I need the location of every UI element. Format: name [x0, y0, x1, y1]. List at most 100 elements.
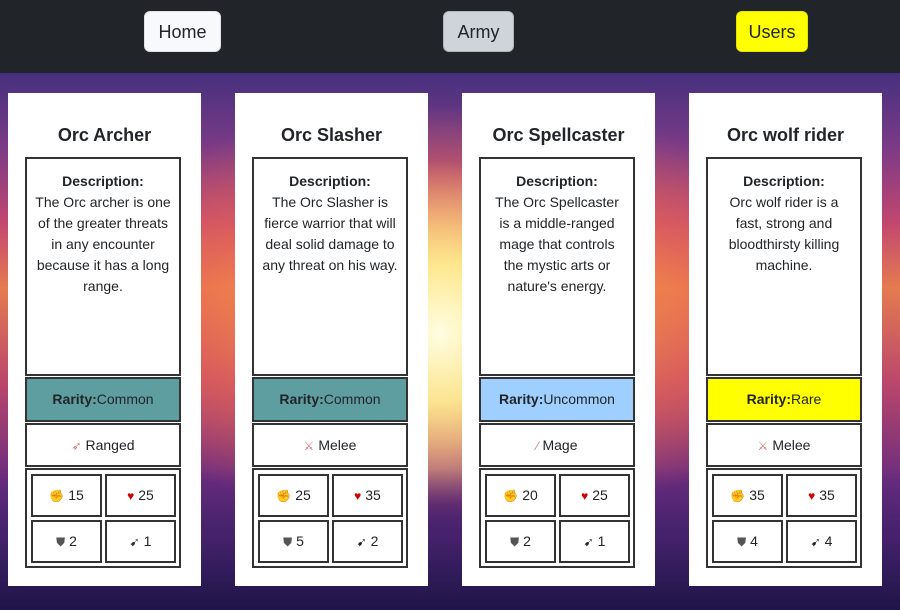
type-box: ⚔ Melee [252, 423, 408, 467]
card-title: Orc Slasher [280, 125, 383, 145]
bow-icon: ➶ [71, 439, 82, 453]
attack-value: 15 [68, 487, 84, 503]
attack-value: 25 [295, 487, 311, 503]
sword-icon: ⚔ [757, 439, 769, 453]
attack-value: 35 [749, 487, 765, 503]
speed-icon: ➹ [129, 535, 140, 549]
description-label: Description: [289, 173, 371, 189]
speed-stat: ➹ 1 [105, 520, 176, 563]
defense-value: 4 [750, 533, 758, 549]
card-title: Orc Archer [57, 125, 152, 145]
stats-grid: ✊ 35 ♥ 35 ⛊ 4 ➹ 4 [706, 468, 862, 568]
attack-value: 20 [522, 487, 538, 503]
description-text: The Orc Spellcaster is a middle-ranged m… [495, 194, 619, 294]
heart-icon: ♥ [808, 489, 816, 503]
description-box: Description: The Orc Spellcaster is a mi… [479, 157, 635, 376]
defense-value: 2 [69, 533, 77, 549]
rarity-value: Uncommon [543, 391, 615, 407]
description-label: Description: [516, 173, 598, 189]
description-text: The Orc archer is one of the greater thr… [35, 194, 171, 294]
card-title: Orc wolf rider [726, 125, 845, 145]
attack-stat: ✊ 20 [485, 474, 556, 517]
fist-icon: ✊ [276, 489, 292, 503]
description-box: Description: The Orc archer is one of th… [25, 157, 181, 376]
shield-icon: ⛊ [510, 535, 520, 549]
type-value: Melee [772, 437, 811, 453]
health-stat: ♥ 35 [332, 474, 403, 517]
shield-icon: ⛊ [737, 535, 747, 549]
navbar: Home Army Users [0, 0, 900, 73]
health-value: 25 [592, 487, 608, 503]
type-value: Mage [542, 437, 578, 453]
fist-icon: ✊ [730, 489, 746, 503]
speed-value: 2 [370, 533, 379, 549]
speed-value: 1 [143, 533, 152, 549]
rarity-value: Common [96, 391, 154, 407]
fist-icon: ✊ [503, 489, 519, 503]
attack-stat: ✊ 15 [31, 474, 102, 517]
speed-stat: ➹ 4 [786, 520, 857, 563]
stats-grid: ✊ 15 ♥ 25 ⛊ 2 ➹ 1 [25, 468, 181, 568]
description-text: Orc wolf rider is a fast, strong and blo… [728, 194, 840, 273]
defense-stat: ⛊ 2 [31, 520, 102, 563]
defense-value: 5 [296, 533, 304, 549]
type-box: ⁄ Mage [479, 423, 635, 467]
wand-icon: ⁄ [536, 439, 539, 453]
speed-icon: ➹ [356, 535, 367, 549]
heart-icon: ♥ [354, 489, 362, 503]
defense-value: 2 [523, 533, 531, 549]
speed-icon: ➹ [810, 535, 821, 549]
speed-stat: ➹ 2 [332, 520, 403, 563]
rarity-box: Rarity:Common [25, 377, 181, 422]
speed-stat: ➹ 1 [559, 520, 630, 563]
shield-icon: ⛊ [56, 535, 66, 549]
defense-stat: ⛊ 5 [258, 520, 329, 563]
shield-icon: ⛊ [283, 535, 293, 549]
defense-stat: ⛊ 2 [485, 520, 556, 563]
health-stat: ♥ 25 [105, 474, 176, 517]
description-text: The Orc Slasher is fierce warrior that w… [262, 194, 398, 273]
speed-icon: ➹ [583, 535, 594, 549]
rarity-label: Rarity: [52, 391, 97, 407]
rarity-value: Rare [791, 391, 822, 407]
rarity-box: Rarity:Uncommon [479, 377, 635, 422]
stats-grid: ✊ 20 ♥ 25 ⛊ 2 ➹ 1 [479, 468, 635, 568]
unit-card: Orc Archer Description: The Orc archer i… [8, 93, 201, 586]
stats-grid: ✊ 25 ♥ 35 ⛊ 5 ➹ 2 [252, 468, 408, 568]
speed-value: 1 [597, 533, 606, 549]
rarity-label: Rarity: [746, 391, 791, 407]
health-value: 35 [819, 487, 835, 503]
attack-stat: ✊ 25 [258, 474, 329, 517]
rarity-box: Rarity:Common [252, 377, 408, 422]
rarity-box: Rarity:Rare [706, 377, 862, 422]
attack-stat: ✊ 35 [712, 474, 783, 517]
sword-icon: ⚔ [303, 439, 315, 453]
type-box: ➶ Ranged [25, 423, 181, 467]
speed-value: 4 [824, 533, 833, 549]
heart-icon: ♥ [581, 489, 589, 503]
description-label: Description: [743, 173, 825, 189]
type-value: Melee [318, 437, 357, 453]
home-button[interactable]: Home [144, 11, 221, 52]
rarity-value: Common [323, 391, 381, 407]
description-box: Description: Orc wolf rider is a fast, s… [706, 157, 862, 376]
fist-icon: ✊ [49, 489, 65, 503]
heart-icon: ♥ [127, 489, 135, 503]
description-box: Description: The Orc Slasher is fierce w… [252, 157, 408, 376]
defense-stat: ⛊ 4 [712, 520, 783, 563]
card-title: Orc Spellcaster [492, 125, 625, 145]
health-value: 25 [138, 487, 154, 503]
health-value: 35 [365, 487, 381, 503]
unit-card: Orc wolf rider Description: Orc wolf rid… [689, 93, 882, 586]
health-stat: ♥ 35 [786, 474, 857, 517]
description-label: Description: [62, 173, 144, 189]
rarity-label: Rarity: [499, 391, 544, 407]
unit-card: Orc Slasher Description: The Orc Slasher… [235, 93, 428, 586]
type-box: ⚔ Melee [706, 423, 862, 467]
unit-card: Orc Spellcaster Description: The Orc Spe… [462, 93, 655, 586]
rarity-label: Rarity: [279, 391, 324, 407]
users-button[interactable]: Users [736, 11, 808, 52]
army-button[interactable]: Army [443, 11, 514, 52]
health-stat: ♥ 25 [559, 474, 630, 517]
type-value: Ranged [85, 437, 135, 453]
